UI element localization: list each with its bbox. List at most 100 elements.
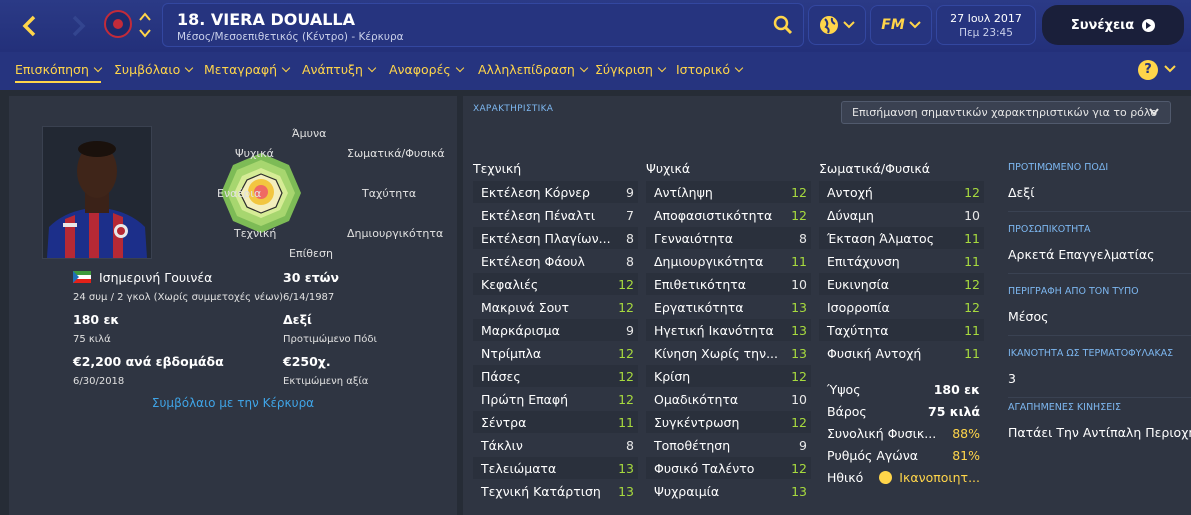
continue-button[interactable]: Συνέχεια — [1042, 5, 1184, 45]
time-label: Πεμ 23:45 — [959, 27, 1013, 39]
globe-menu-button[interactable] — [808, 5, 866, 45]
preferred-foot-heading: ΠΡΟΤΙΜΩΜΕΝΟ ΠΟΔΙ — [1008, 162, 1109, 173]
extra-value: 88% — [952, 426, 980, 441]
attribute-row[interactable]: Κρίση 12 — [646, 365, 811, 387]
attribute-name: Μακρινά Σουτ — [481, 300, 570, 315]
nationality[interactable]: Ισημερινή Γουινέα — [73, 270, 212, 285]
attribute-row[interactable]: Ντρίμπλα 12 — [473, 342, 638, 364]
attribute-name: Επιθετικότητα — [654, 277, 747, 292]
attribute-row[interactable]: Μαρκάρισμα 9 — [473, 319, 638, 341]
attribute-row[interactable]: Ομαδικότητα 10 — [646, 388, 811, 410]
attribute-name: Εκτέλεση Κόρνερ — [481, 185, 590, 200]
tab-comparison[interactable]: Σύγκριση — [595, 62, 665, 77]
radar-label-aerial: Εναέρια — [217, 187, 262, 200]
tab-contract[interactable]: Συμβόλαιο — [114, 62, 192, 77]
attribute-row[interactable]: Πρώτη Επαφή 12 — [473, 388, 638, 410]
attribute-row[interactable]: Έκταση Άλματος 11 — [819, 227, 984, 249]
attribute-row[interactable]: Επιθετικότητα 10 — [646, 273, 811, 295]
attribute-row[interactable]: Τεχνική Κατάρτιση 13 — [473, 480, 638, 502]
tab-overview[interactable]: Επισκόπηση — [15, 62, 101, 83]
attribute-row[interactable]: Εκτέλεση Πλαγίων... 8 — [473, 227, 638, 249]
attribute-name: Αντοχή — [827, 185, 873, 200]
help-icon[interactable]: ? — [1138, 60, 1158, 80]
attribute-row[interactable]: Εκτέλεση Φάουλ 8 — [473, 250, 638, 272]
attribute-row[interactable]: Εκτέλεση Πέναλτι 7 — [473, 204, 638, 226]
attribute-name: Έκταση Άλματος — [827, 231, 935, 246]
physical-heading: Σωματικά/Φυσικά — [819, 161, 930, 176]
attribute-row[interactable]: Συγκέντρωση 12 — [646, 411, 811, 433]
contract-link[interactable]: Συμβόλαιο με την Κέρκυρα — [9, 396, 457, 410]
attribute-name: Ομαδικότητα — [654, 392, 739, 407]
attribute-value: 11 — [964, 346, 980, 361]
attribute-value: 12 — [964, 185, 980, 200]
attribute-value: 12 — [618, 277, 634, 292]
fm-menu-button[interactable]: FM — [870, 5, 932, 45]
preferred-foot-label: Προτιμώμενο Πόδι — [283, 334, 377, 345]
attribute-value: 13 — [791, 300, 807, 315]
attribute-name: Πρώτη Επαφή — [481, 392, 569, 407]
attribute-row[interactable]: Δύναμη 10 — [819, 204, 984, 226]
divider — [1008, 211, 1191, 212]
attribute-name: Τάκλιν — [481, 438, 523, 453]
attribute-row[interactable]: Γενναιότητα 8 — [646, 227, 811, 249]
attribute-row[interactable]: Φυσικό Ταλέντο 12 — [646, 457, 811, 479]
date-of-birth: 6/14/1987 — [283, 292, 335, 303]
attribute-value: 8 — [626, 254, 634, 269]
attribute-row[interactable]: Ισορροπία 12 — [819, 296, 984, 318]
attribute-name: Αντίληψη — [654, 185, 713, 200]
attribute-value: 12 — [618, 346, 634, 361]
divider — [1008, 273, 1191, 274]
attribute-row[interactable]: Εκτέλεση Κόρνερ 9 — [473, 181, 638, 203]
flag-icon — [73, 271, 91, 283]
attribute-row[interactable]: Αντίληψη 12 — [646, 181, 811, 203]
attribute-row[interactable]: Επιτάχυνση 11 — [819, 250, 984, 272]
extra-value: 81% — [952, 448, 980, 463]
chevron-left-icon — [22, 15, 36, 37]
attribute-row[interactable]: Τάκλιν 8 — [473, 434, 638, 456]
attribute-name: Δημιουργικότητα — [654, 254, 764, 269]
club-crest-icon[interactable] — [104, 10, 132, 38]
attribute-row[interactable]: Δημιουργικότητα 11 — [646, 250, 811, 272]
back-button[interactable] — [14, 10, 46, 42]
physical-extra-row: Ύψος 180 εκ — [819, 378, 984, 400]
game-date: 27 Ιουλ 2017 Πεμ 23:45 — [936, 5, 1036, 45]
tab-interaction[interactable]: Αλληλεπίδραση — [478, 62, 587, 77]
attribute-row[interactable]: Αποφασιστικότητα 12 — [646, 204, 811, 226]
attribute-row[interactable]: Ταχύτητα 11 — [819, 319, 984, 341]
attribute-row[interactable]: Κίνηση Χωρίς την... 13 — [646, 342, 811, 364]
highlight-attributes-dropdown[interactable]: Επισήμανση σημαντικών χαρακτηριστικών γι… — [841, 101, 1171, 124]
attribute-value: 12 — [791, 185, 807, 200]
attribute-row[interactable]: Ψυχραιμία 13 — [646, 480, 811, 502]
attribute-value: 8 — [799, 231, 807, 246]
player-position-club: Μέσος/Μεσοεπιθετικός (Κέντρο) - Κέρκυρα — [177, 31, 404, 43]
attribute-value: 12 — [964, 277, 980, 292]
goalkeeper-ability-heading: ΙΚΑΝΟΤΗΤΑ ΩΣ ΤΕΡΜΑΤΟΦΥΛΑΚΑΣ — [1008, 348, 1174, 359]
tab-history[interactable]: Ιστορικό — [676, 62, 742, 77]
extra-name: Ηθικό — [827, 470, 864, 485]
attribute-row[interactable]: Μακρινά Σουτ 12 — [473, 296, 638, 318]
chevron-down-icon[interactable] — [1164, 62, 1176, 76]
tab-transfer[interactable]: Μεταγραφή — [204, 62, 289, 77]
attribute-name: Φυσικό Ταλέντο — [654, 461, 755, 476]
attribute-name: Ψυχραιμία — [654, 484, 720, 499]
attribute-row[interactable]: Πάσες 12 — [473, 365, 638, 387]
radar-label-creativity: Δημιουργικότητα — [347, 227, 444, 240]
attribute-row[interactable]: Φυσική Αντοχή 11 — [819, 342, 984, 364]
media-description-heading: ΠΕΡΙΓΡΑΦΗ ΑΠΟ ΤΟΝ ΤΥΠΟ — [1008, 286, 1139, 297]
tab-reports[interactable]: Αναφορές — [389, 62, 463, 77]
extra-value: 75 κιλά — [928, 404, 980, 419]
attribute-row[interactable]: Αντοχή 12 — [819, 181, 984, 203]
attribute-row[interactable]: Κεφαλιές 12 — [473, 273, 638, 295]
attribute-row[interactable]: Ηγετική Ικανότητα 13 — [646, 319, 811, 341]
attribute-row[interactable]: Τελειώματα 13 — [473, 457, 638, 479]
tab-development[interactable]: Ανάπτυξη — [302, 62, 375, 77]
attribute-row[interactable]: Τοποθέτηση 9 — [646, 434, 811, 456]
forward-button[interactable] — [62, 10, 94, 42]
search-icon[interactable] — [773, 15, 793, 35]
attribute-name: Ηγετική Ικανότητα — [654, 323, 774, 338]
player-up-down-icon[interactable] — [138, 10, 152, 40]
attribute-row[interactable]: Ευκινησία 12 — [819, 273, 984, 295]
attribute-row[interactable]: Εργατικότητα 13 — [646, 296, 811, 318]
attribute-row[interactable]: Σέντρα 11 — [473, 411, 638, 433]
weight: 75 κιλά — [73, 334, 111, 345]
